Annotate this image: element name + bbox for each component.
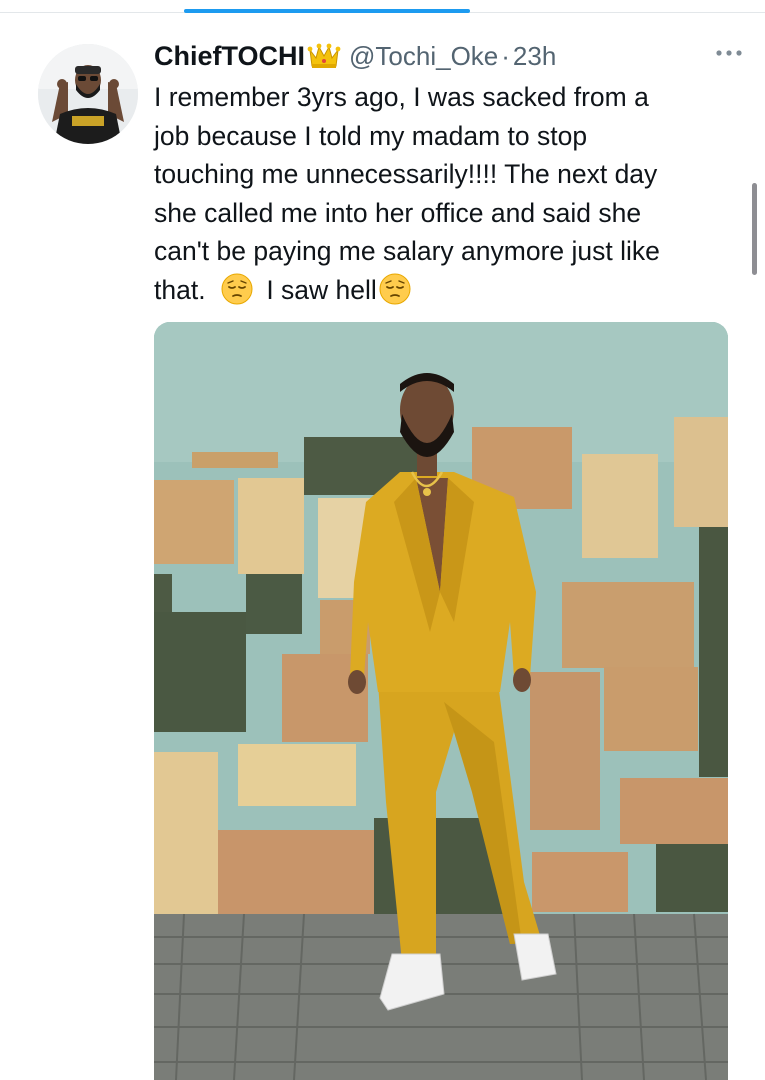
more-options-icon[interactable] xyxy=(715,48,743,58)
user-handle[interactable]: @Tochi_Oke xyxy=(349,41,498,72)
active-tab-indicator[interactable] xyxy=(184,9,470,13)
wall-panel xyxy=(218,830,374,914)
wall-panel xyxy=(530,672,600,830)
wall-panel xyxy=(674,417,728,527)
timestamp[interactable]: 23h xyxy=(513,41,556,72)
wall-panel xyxy=(620,778,728,844)
tweet-text-line: she called me into her office and said s… xyxy=(154,197,642,228)
scrollbar[interactable] xyxy=(752,183,757,275)
tweet-text-segment: that. xyxy=(154,274,206,305)
tweet-text-line: touching me unnecessarily!!!! The next d… xyxy=(154,159,658,190)
wall-panel xyxy=(154,612,246,732)
wall-panel xyxy=(656,844,728,912)
tweet-text-line: job because I told my madam to stop xyxy=(154,120,588,151)
wall-panel xyxy=(154,752,218,914)
wall-panel xyxy=(246,574,302,634)
wall-panel xyxy=(238,478,304,574)
wall-panel xyxy=(604,667,698,751)
tweet-text-line: I remember 3yrs ago, I was sacked from a xyxy=(154,82,649,112)
tweet-view: ChiefTOCHI @Tochi_Oke · 23h I remember 3… xyxy=(0,0,765,1080)
tweet-photo[interactable] xyxy=(154,322,728,1080)
wall-panel xyxy=(154,480,234,564)
tweet-header: ChiefTOCHI @Tochi_Oke · 23h xyxy=(154,38,745,74)
tweet-text-segment: I saw hell xyxy=(266,274,377,305)
wall-panel xyxy=(532,852,628,912)
pensive-face-emoji xyxy=(221,273,253,305)
tweet-text-last-line: that. I saw hell xyxy=(154,271,744,310)
wall-panel xyxy=(238,744,356,806)
tweet-text: I remember 3yrs ago, I was sacked from a… xyxy=(154,78,744,310)
wall-panel xyxy=(192,452,278,468)
display-name[interactable]: ChiefTOCHI xyxy=(154,41,305,72)
tweet-text-line: can't be paying me salary anymore just l… xyxy=(154,236,660,267)
pensive-face-emoji xyxy=(379,273,411,305)
crown-icon xyxy=(307,43,341,68)
avatar[interactable] xyxy=(38,44,138,144)
wall-panel xyxy=(562,582,694,668)
wall-panel xyxy=(154,574,172,618)
separator-dot: · xyxy=(501,40,510,71)
wall-panel xyxy=(582,454,658,558)
wall-panel xyxy=(699,527,728,777)
